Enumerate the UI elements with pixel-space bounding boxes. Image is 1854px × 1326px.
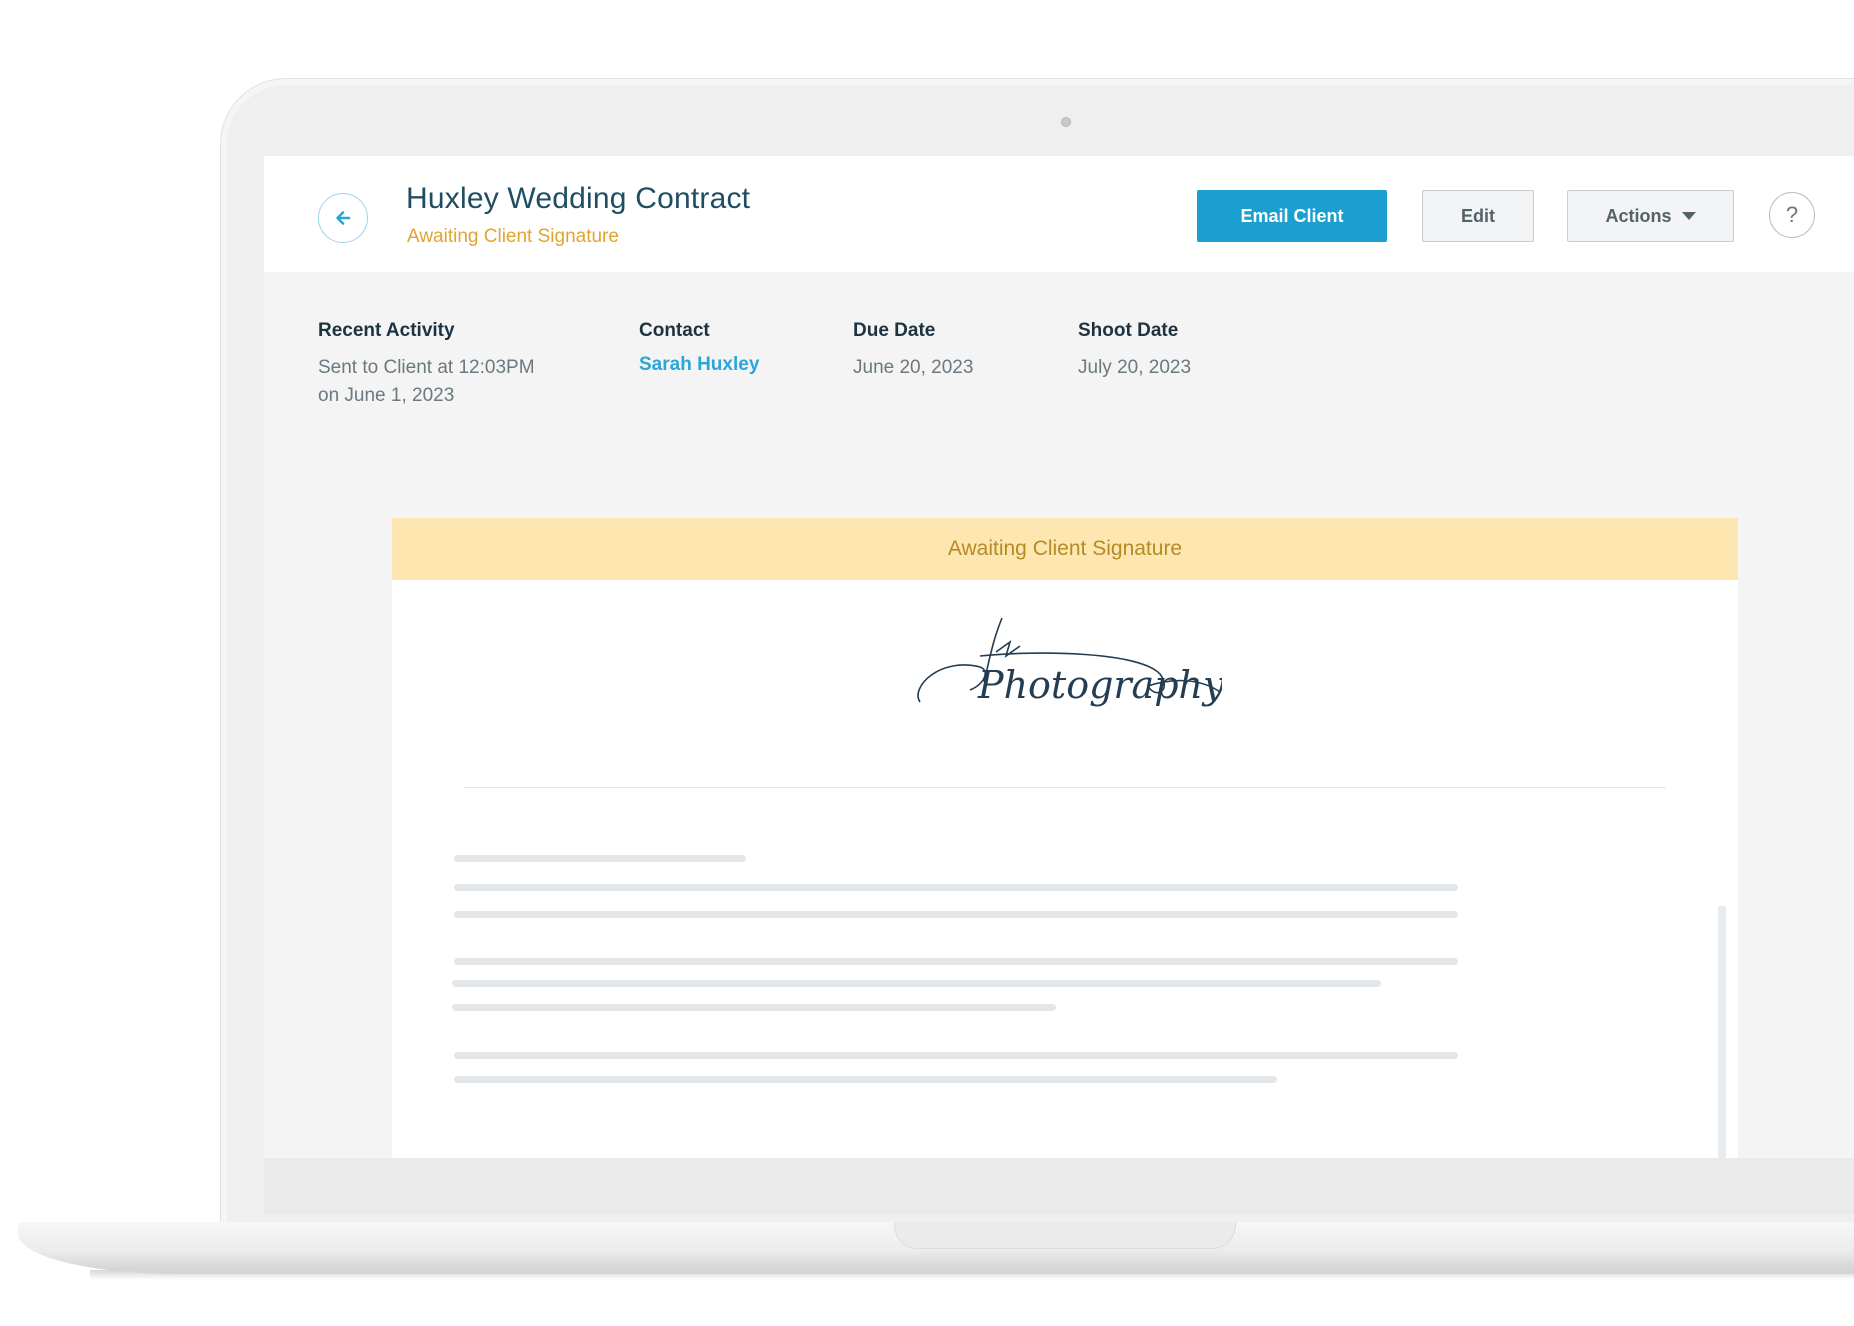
help-button[interactable]: ? <box>1769 192 1815 238</box>
shoot-date-label: Shoot Date <box>1078 320 1179 341</box>
contact-section: Contact Sarah Huxley <box>639 320 759 376</box>
actions-label: Actions <box>1605 205 1672 226</box>
recent-activity-label: Recent Activity <box>318 320 455 341</box>
actions-button[interactable]: Actions <box>1567 190 1734 242</box>
due-date-label: Due Date <box>853 320 936 341</box>
laptop-notch <box>894 1222 1236 1249</box>
back-button[interactable] <box>318 193 368 243</box>
shoot-date-value: July 20, 2023 <box>1078 357 1192 378</box>
caret-down-icon <box>1681 212 1696 220</box>
document-scrollbar[interactable] <box>1718 906 1726 1158</box>
shoot-date-section: Shoot Date July 20, 2023 <box>1078 320 1191 382</box>
recent-activity-line2: on June 1, 2023 <box>318 385 455 406</box>
page-title: Huxley Wedding Contract <box>406 182 751 215</box>
document-divider <box>464 787 1666 788</box>
status-subtitle: Awaiting Client Signature <box>407 226 619 247</box>
logo-text: Photography <box>977 663 1222 707</box>
text-placeholder-line <box>452 980 1381 987</box>
contact-link[interactable]: Sarah Huxley <box>639 354 759 376</box>
laptop-base-shadow <box>90 1270 1854 1280</box>
banner-text: Awaiting Client Signature <box>947 537 1183 560</box>
edit-label: Edit <box>1461 205 1495 226</box>
due-date-value: June 20, 2023 <box>853 357 974 378</box>
contact-label: Contact <box>639 320 710 341</box>
signature-status-banner: Awaiting Client Signature <box>392 518 1738 580</box>
text-placeholder-line <box>452 1004 1056 1011</box>
text-placeholder-line <box>454 855 746 862</box>
screen-bezel-bottom <box>264 1158 1854 1214</box>
app-screen: Huxley Wedding Contract Awaiting Client … <box>264 156 1854 1158</box>
recent-activity-section: Recent Activity Sent to Client at 12:03P… <box>318 320 535 410</box>
arrow-left-icon <box>336 211 351 225</box>
text-placeholder-line <box>454 1076 1277 1083</box>
text-placeholder-line <box>454 911 1458 918</box>
due-date-section: Due Date June 20, 2023 <box>853 320 973 382</box>
page-header: Huxley Wedding Contract Awaiting Client … <box>264 156 1854 272</box>
text-placeholder-line <box>454 958 1458 965</box>
email-client-button[interactable]: Email Client <box>1197 190 1387 242</box>
camera-icon <box>1061 117 1071 127</box>
contract-document: Awaiting Client Signature Photography <box>392 518 1738 1158</box>
email-client-label: Email Client <box>1240 205 1344 226</box>
recent-activity-line1: Sent to Client at 12:03PM <box>318 357 535 378</box>
edit-button[interactable]: Edit <box>1422 190 1534 242</box>
question-mark-icon: ? <box>1785 202 1799 227</box>
text-placeholder-line <box>454 1052 1458 1059</box>
text-placeholder-line <box>454 884 1458 891</box>
photography-logo: Photography <box>917 617 1222 707</box>
